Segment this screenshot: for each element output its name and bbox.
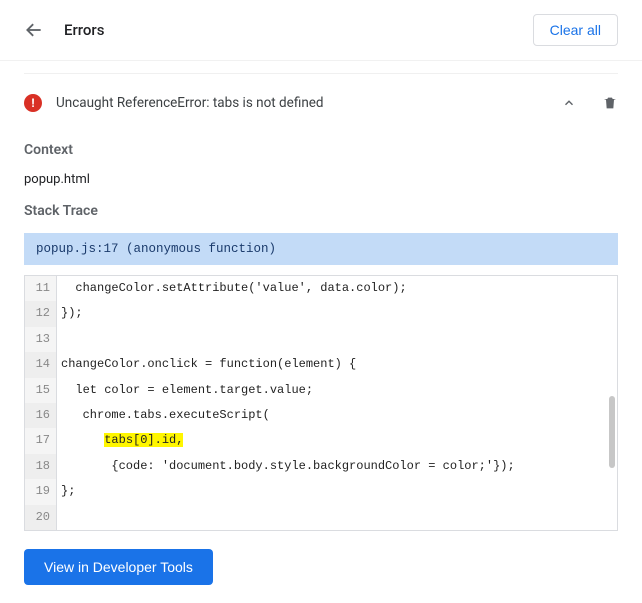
error-summary-row[interactable]: ! Uncaught ReferenceError: tabs is not d… xyxy=(24,73,618,126)
line-number: 12 xyxy=(25,301,57,326)
line-number: 19 xyxy=(25,479,57,504)
code-line: 14changeColor.onclick = function(element… xyxy=(25,352,617,377)
code-text: }); xyxy=(57,301,617,326)
code-text: chrome.tabs.executeScript( xyxy=(57,403,617,428)
back-arrow-icon[interactable] xyxy=(24,20,44,40)
code-line: 20 xyxy=(25,505,617,530)
line-number: 20 xyxy=(25,505,57,530)
code-text: }; xyxy=(57,479,617,504)
line-number: 16 xyxy=(25,403,57,428)
line-number: 17 xyxy=(25,428,57,453)
context-value: popup.html xyxy=(24,172,618,187)
code-line: 13 xyxy=(25,327,617,352)
code-line: 12}); xyxy=(25,301,617,326)
highlighted-code: tabs[0].id, xyxy=(104,433,183,447)
line-number: 13 xyxy=(25,327,57,352)
error-message: Uncaught ReferenceError: tabs is not def… xyxy=(56,95,324,111)
stack-trace-label: Stack Trace xyxy=(24,203,618,219)
code-line: 16 chrome.tabs.executeScript( xyxy=(25,403,617,428)
code-text: changeColor.setAttribute('value', data.c… xyxy=(57,276,617,301)
code-line: 15 let color = element.target.value; xyxy=(25,378,617,403)
code-text: {code: 'document.body.style.backgroundCo… xyxy=(57,454,617,479)
line-number: 11 xyxy=(25,276,57,301)
code-line: 19}; xyxy=(25,479,617,504)
line-number: 14 xyxy=(25,352,57,377)
chevron-up-icon[interactable] xyxy=(562,96,576,110)
code-text: tabs[0].id, xyxy=(57,428,617,453)
view-devtools-button[interactable]: View in Developer Tools xyxy=(24,549,213,585)
page-title: Errors xyxy=(64,21,104,39)
code-text: changeColor.onclick = function(element) … xyxy=(57,352,617,377)
code-line: 17 tabs[0].id, xyxy=(25,428,617,453)
stack-trace-source[interactable]: popup.js:17 (anonymous function) xyxy=(24,233,618,265)
code-text: let color = element.target.value; xyxy=(57,378,617,403)
line-number: 18 xyxy=(25,454,57,479)
clear-all-button[interactable]: Clear all xyxy=(533,14,618,46)
context-label: Context xyxy=(24,142,618,158)
trash-icon[interactable] xyxy=(602,95,618,111)
code-line: 11 changeColor.setAttribute('value', dat… xyxy=(25,276,617,301)
code-text xyxy=(57,505,617,530)
scrollbar-thumb[interactable] xyxy=(609,396,615,468)
code-line: 18 {code: 'document.body.style.backgroun… xyxy=(25,454,617,479)
error-badge-icon: ! xyxy=(24,94,42,112)
line-number: 15 xyxy=(25,378,57,403)
code-snippet: 11 changeColor.setAttribute('value', dat… xyxy=(24,275,618,531)
code-text xyxy=(57,327,617,352)
